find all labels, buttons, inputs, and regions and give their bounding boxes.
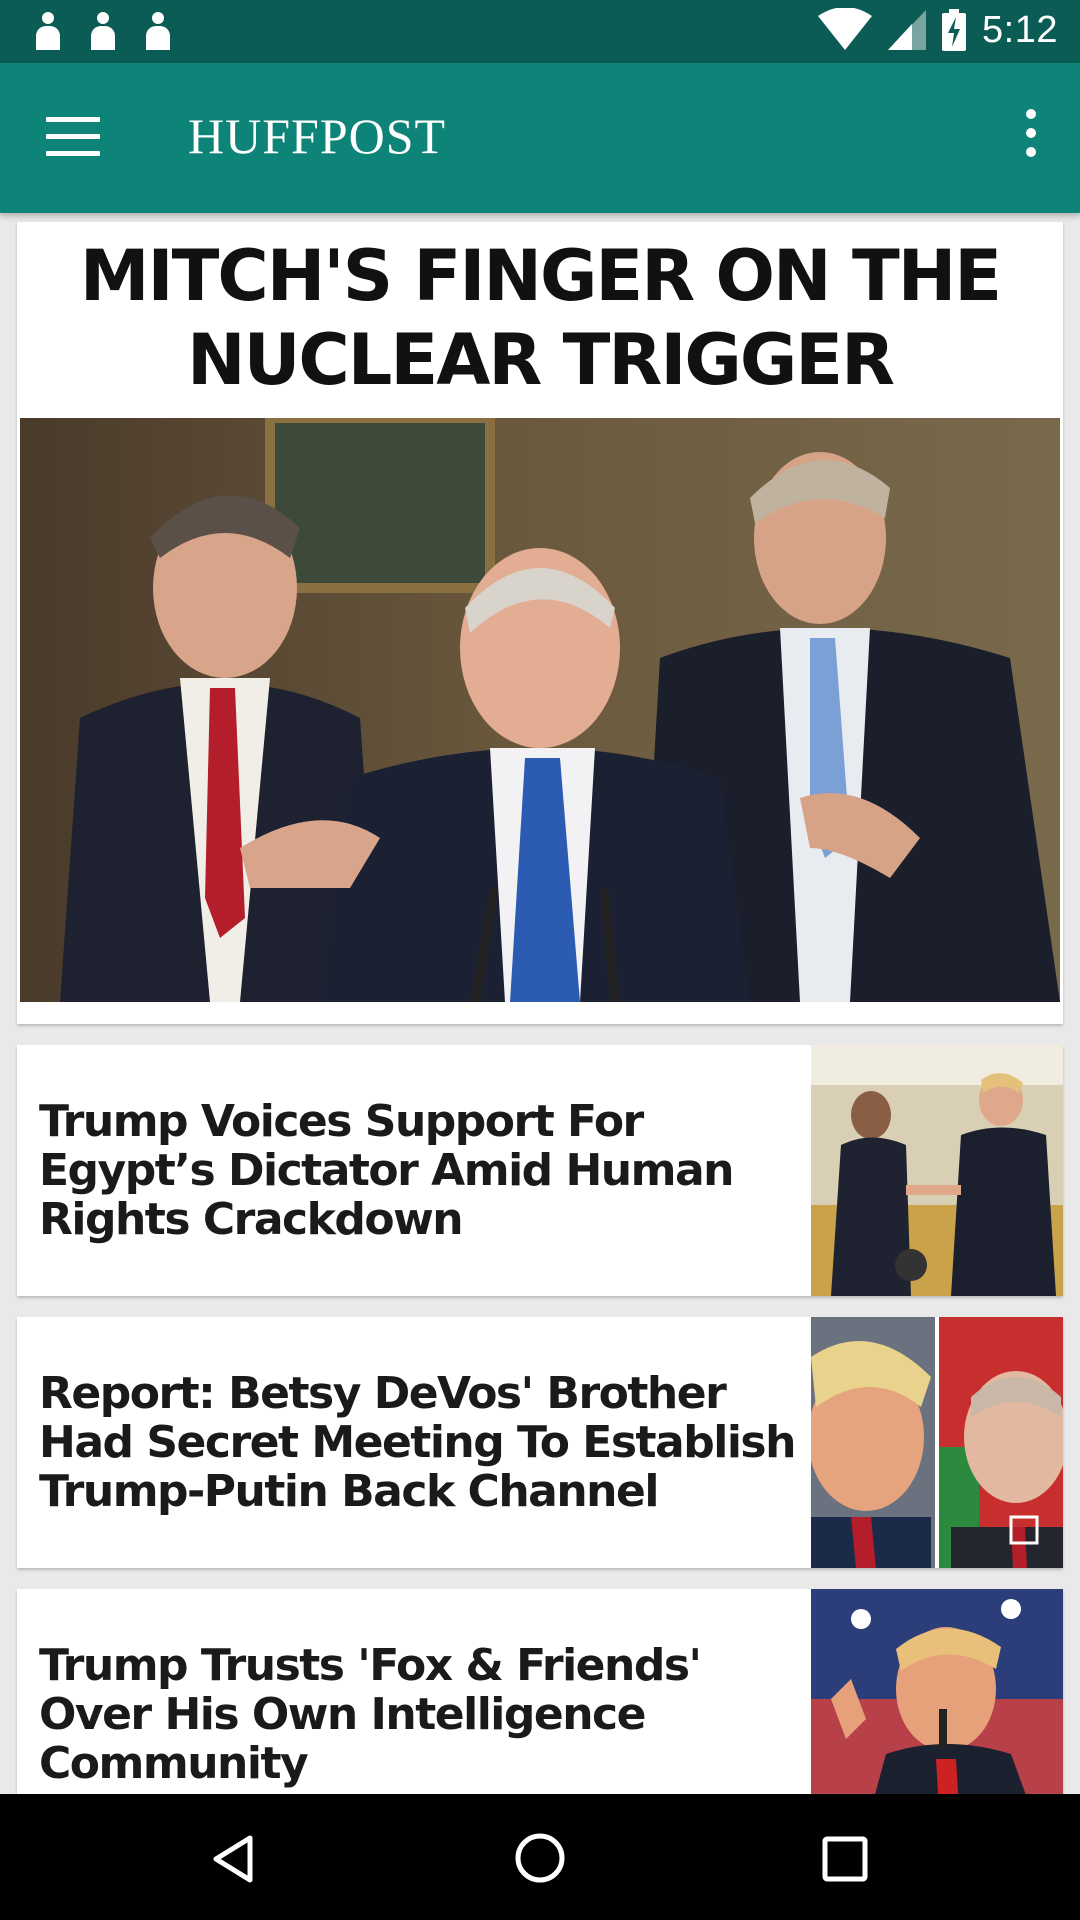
notification-icons bbox=[34, 12, 172, 52]
story-headline: Report: Betsy DeVos' Brother Had Secret … bbox=[39, 1368, 796, 1517]
lead-story-card[interactable]: MITCH'S FINGER ON THE NUCLEAR TRIGGER bbox=[17, 222, 1063, 1024]
battery-charging-icon bbox=[942, 9, 967, 51]
hamburger-menu-icon[interactable] bbox=[46, 117, 100, 159]
story-thumbnail bbox=[811, 1317, 1063, 1568]
story-card[interactable]: Report: Betsy DeVos' Brother Had Secret … bbox=[17, 1317, 1063, 1568]
status-time: 5:12 bbox=[982, 8, 1058, 51]
recents-icon[interactable] bbox=[822, 1836, 868, 1887]
story-headline: Trump Voices Support For Egypt’s Dictato… bbox=[39, 1096, 735, 1245]
lead-headline-line: MITCH'S FINGER ON THE bbox=[79, 235, 1002, 317]
story-card[interactable]: Trump Trusts 'Fox & Friends' Over His Ow… bbox=[17, 1589, 1063, 1809]
overflow-menu-icon[interactable] bbox=[1016, 109, 1046, 169]
system-icons: 5:12 bbox=[818, 8, 1058, 52]
back-icon[interactable] bbox=[210, 1834, 260, 1889]
system-nav-bar bbox=[0, 1794, 1080, 1920]
cell-signal-icon bbox=[888, 10, 927, 50]
status-bar: 5:12 bbox=[0, 0, 1080, 63]
notification-person-icon bbox=[144, 12, 172, 52]
story-card[interactable]: Trump Voices Support For Egypt’s Dictato… bbox=[17, 1045, 1063, 1296]
app-bar: HUFFPOST bbox=[0, 63, 1080, 213]
lead-headline-line: NUCLEAR TRIGGER bbox=[187, 319, 895, 401]
story-headline: Trump Trusts 'Fox & Friends' Over His Ow… bbox=[39, 1639, 702, 1789]
home-icon[interactable] bbox=[514, 1832, 566, 1889]
notification-person-icon bbox=[34, 12, 62, 52]
notification-person-icon bbox=[89, 12, 117, 52]
story-thumbnail bbox=[811, 1589, 1063, 1809]
wifi-icon bbox=[818, 8, 873, 52]
lead-story-photo bbox=[20, 418, 1060, 1002]
story-thumbnail bbox=[811, 1045, 1063, 1296]
lead-story-headline: MITCH'S FINGER ON THE NUCLEAR TRIGGER bbox=[17, 234, 1063, 402]
news-feed[interactable]: MITCH'S FINGER ON THE NUCLEAR TRIGGER Tr… bbox=[17, 222, 1063, 1809]
app-title: HUFFPOST bbox=[188, 108, 447, 164]
